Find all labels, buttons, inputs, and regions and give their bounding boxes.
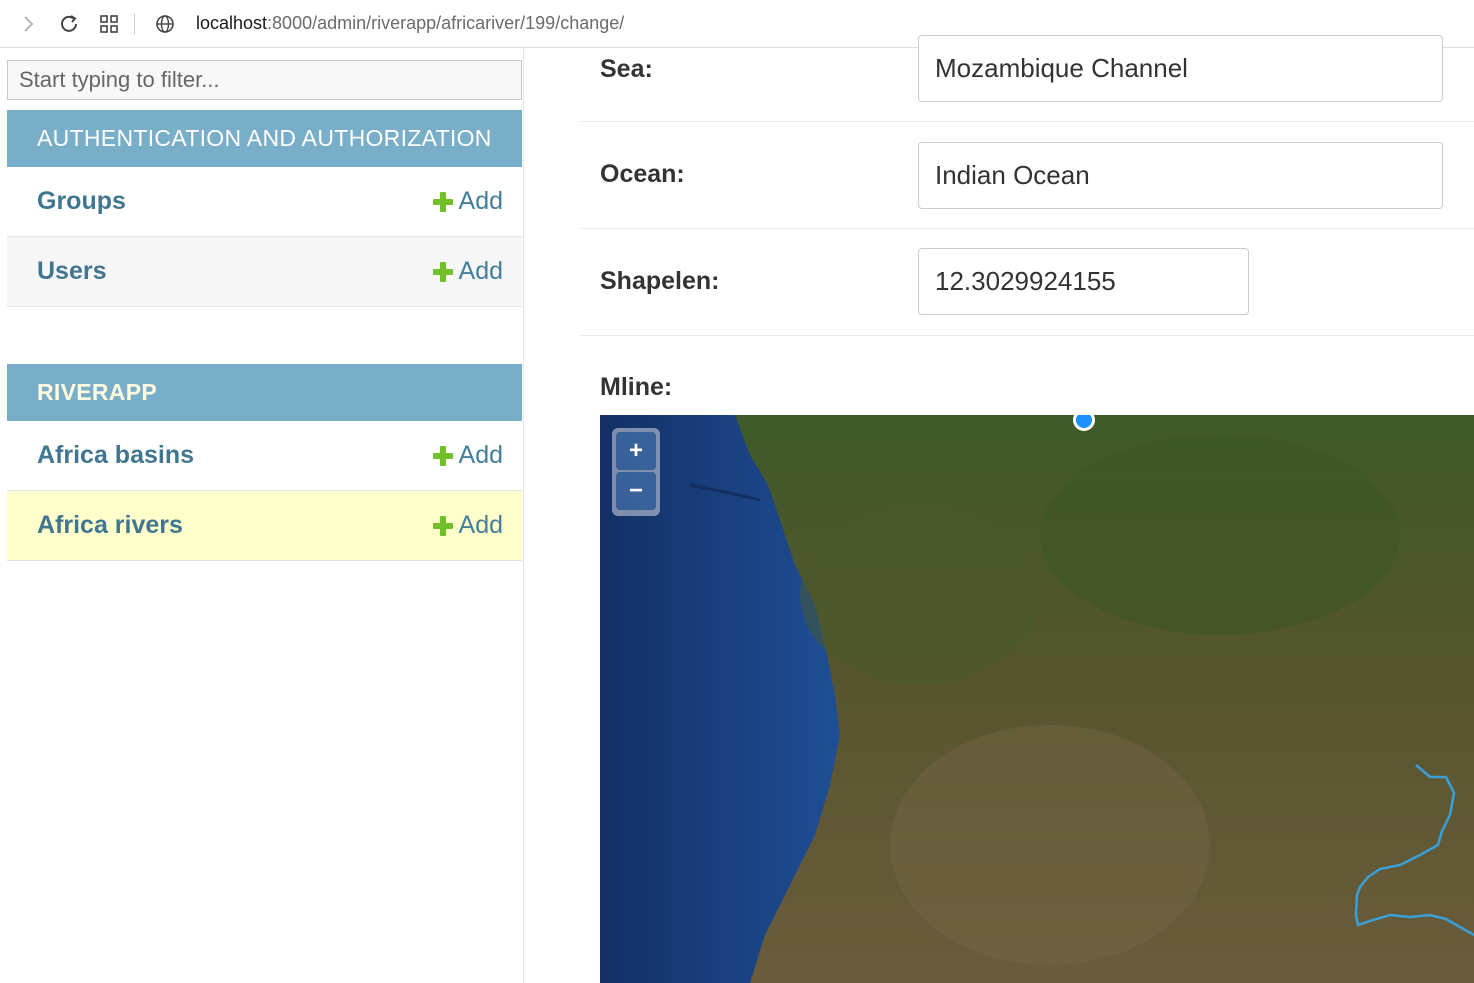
model-link-africa-rivers[interactable]: Africa rivers xyxy=(37,511,183,540)
form-row-ocean: Ocean: xyxy=(580,122,1474,229)
savanna-patch xyxy=(890,725,1210,965)
plus-icon xyxy=(432,515,453,536)
add-groups-button[interactable]: Add xyxy=(432,187,503,216)
shapelen-input[interactable] xyxy=(918,248,1249,315)
globe-icon[interactable] xyxy=(153,12,177,36)
add-label: Add xyxy=(458,441,503,469)
form-row-shapelen: Shapelen: xyxy=(580,229,1474,336)
tabs-grid-icon[interactable] xyxy=(97,12,121,36)
shapelen-label: Shapelen: xyxy=(600,267,720,295)
module-caption-riverapp[interactable]: RIVERAPP xyxy=(7,364,522,421)
url-path: :8000/admin/riverapp/africariver/199/cha… xyxy=(267,13,625,33)
forward-icon[interactable] xyxy=(16,12,40,36)
plus-icon xyxy=(432,191,453,212)
add-users-button[interactable]: Add xyxy=(432,257,503,286)
reload-icon[interactable] xyxy=(57,12,81,36)
nav-sidebar: AUTHENTICATION AND AUTHORIZATION Groups … xyxy=(0,49,524,983)
zoom-control: + − xyxy=(612,428,660,516)
nav-filter-input[interactable] xyxy=(7,60,522,100)
zoom-out-button[interactable]: − xyxy=(616,472,656,510)
module-caption-auth[interactable]: AUTHENTICATION AND AUTHORIZATION xyxy=(7,110,522,167)
satellite-map xyxy=(600,415,1474,983)
model-link-users[interactable]: Users xyxy=(37,257,107,286)
ocean-label: Ocean: xyxy=(600,160,685,188)
ocean-input[interactable] xyxy=(918,142,1443,209)
model-row-groups: Groups Add xyxy=(7,167,522,237)
plus-icon xyxy=(432,261,453,282)
add-label: Add xyxy=(458,257,503,285)
mline-map-widget[interactable]: + − xyxy=(600,415,1474,983)
add-label: Add xyxy=(458,187,503,215)
add-africa-rivers-button[interactable]: Add xyxy=(432,511,503,540)
plus-icon xyxy=(432,445,453,466)
sea-input[interactable] xyxy=(918,35,1443,102)
add-label: Add xyxy=(458,511,503,539)
model-row-users: Users Add xyxy=(7,237,522,307)
model-link-africa-basins[interactable]: Africa basins xyxy=(37,441,194,470)
model-row-africa-rivers: Africa rivers Add xyxy=(7,491,522,561)
address-bar[interactable]: localhost:8000/admin/riverapp/africarive… xyxy=(196,13,624,34)
form-row-sea: Sea: xyxy=(580,35,1474,122)
change-form: Sea: Ocean: Shapelen: Mline: xyxy=(580,35,1474,983)
forest-patch xyxy=(1040,435,1400,635)
toolbar-separator xyxy=(134,13,135,35)
model-link-groups[interactable]: Groups xyxy=(37,187,126,216)
model-row-africa-basins: Africa basins Add xyxy=(7,421,522,491)
add-africa-basins-button[interactable]: Add xyxy=(432,441,503,470)
forest-patch xyxy=(800,505,1040,685)
mline-label: Mline: xyxy=(600,373,673,401)
url-host: localhost xyxy=(196,13,268,33)
zoom-in-button[interactable]: + xyxy=(616,432,656,470)
sea-label: Sea: xyxy=(600,55,653,83)
